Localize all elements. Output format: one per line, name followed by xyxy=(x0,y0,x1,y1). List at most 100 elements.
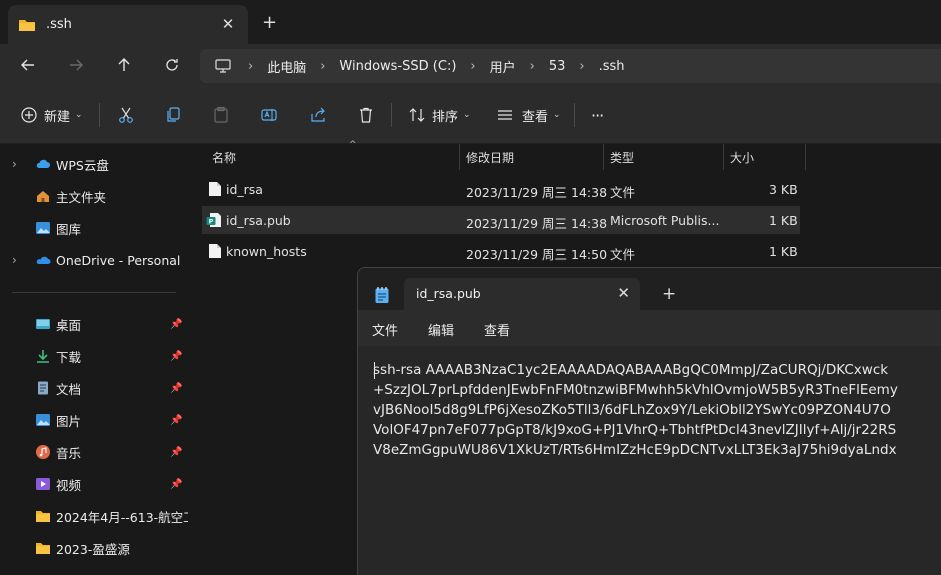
pin-icon[interactable]: 📌 xyxy=(170,447,182,458)
refresh-button[interactable] xyxy=(160,53,184,77)
breadcrumb-separator: › xyxy=(529,58,535,74)
sidebar-item-folder[interactable]: 2023-盈盛源 xyxy=(0,535,188,561)
file-icon xyxy=(209,182,221,196)
sidebar-item-videos[interactable]: 视频 📌 xyxy=(0,471,188,497)
column-header-size[interactable]: 大小 xyxy=(724,144,806,170)
pin-icon[interactable]: 📌 xyxy=(170,415,182,426)
pin-icon[interactable]: 📌 xyxy=(170,479,182,490)
sidebar-item-label: WPS云盘 xyxy=(56,157,109,173)
new-button[interactable]: 新建 ⌄ xyxy=(20,104,83,126)
menu-view[interactable]: 查看 xyxy=(484,320,510,339)
breadcrumb-separator: › xyxy=(470,58,476,74)
pin-icon[interactable]: 📌 xyxy=(170,319,182,330)
chevron-right-icon[interactable]: › xyxy=(12,157,17,171)
share-button[interactable] xyxy=(309,104,327,126)
menu-edit[interactable]: 编辑 xyxy=(428,320,454,339)
breadcrumb-separator: › xyxy=(579,58,585,74)
sidebar-item-label: 音乐 xyxy=(56,445,82,461)
file-row[interactable]: P id_rsa.pub 2023/11/29 周三 14:38 Microso… xyxy=(202,206,800,234)
folder-icon xyxy=(36,543,50,554)
tab-title: .ssh xyxy=(46,17,72,32)
rename-button[interactable] xyxy=(260,104,278,126)
file-name: id_rsa.pub xyxy=(226,213,291,228)
notepad-title-bar: id_rsa.pub ✕ + xyxy=(358,268,941,310)
new-tab-button[interactable]: + xyxy=(262,14,277,32)
up-button[interactable] xyxy=(112,53,136,77)
breadcrumb-users[interactable]: 用户 xyxy=(490,57,516,76)
file-icon xyxy=(209,244,221,258)
text-line: vJB6NooI5d8g9LfP6jXesoZKo5Tll3/6dFLhZox9… xyxy=(373,402,891,418)
music-icon xyxy=(36,445,50,459)
file-row[interactable]: known_hosts 2023/11/29 周三 14:50 文件 1 KB xyxy=(202,237,800,265)
scissors-icon xyxy=(119,107,133,123)
column-header-date[interactable]: 修改日期 xyxy=(460,144,604,170)
back-button[interactable] xyxy=(16,53,40,77)
chevron-right-icon[interactable]: › xyxy=(12,253,17,267)
file-row[interactable]: id_rsa 2023/11/29 周三 14:38 文件 3 KB xyxy=(202,175,800,203)
chevron-down-icon: ⌄ xyxy=(553,110,561,120)
more-options-button[interactable]: ··· xyxy=(591,104,604,126)
chevron-down-icon: ⌄ xyxy=(463,110,471,120)
copy-button[interactable] xyxy=(164,104,182,126)
file-size: 3 KB xyxy=(769,182,798,197)
sidebar-item-onedrive[interactable]: › OneDrive - Personal xyxy=(0,247,188,273)
breadcrumb-drive[interactable]: Windows-SSD (C:) xyxy=(339,59,456,74)
view-button[interactable]: 查看 ⌄ xyxy=(496,104,561,126)
close-tab-button[interactable]: ✕ xyxy=(220,16,236,32)
notepad-tab[interactable]: id_rsa.pub ✕ xyxy=(404,278,640,310)
breadcrumb-user[interactable]: 53 xyxy=(549,59,566,74)
column-label: 大小 xyxy=(730,150,755,165)
folder-icon xyxy=(36,511,50,522)
new-label: 新建 xyxy=(44,109,71,125)
pictures-icon xyxy=(36,414,50,426)
sidebar-item-label: 2024年4月--613-航空工 xyxy=(56,509,188,525)
column-header-name[interactable]: ^ 名称 xyxy=(206,140,460,170)
sidebar-item-folder[interactable]: 2024年4月--613-航空工 xyxy=(0,503,188,529)
sidebar-item-pictures[interactable]: 图片 📌 xyxy=(0,407,188,433)
file-type: Microsoft Publis... xyxy=(610,213,720,228)
paste-button[interactable] xyxy=(212,104,230,126)
svg-text:P: P xyxy=(209,218,214,226)
rename-icon xyxy=(261,109,277,121)
navigation-pane: › WPS云盘 主文件夹 图库 › OneDrive - Personal 桌面… xyxy=(0,144,188,575)
trash-icon xyxy=(360,107,372,123)
breadcrumb-this-pc[interactable]: 此电脑 xyxy=(267,57,306,76)
sidebar-item-gallery[interactable]: 图库 xyxy=(0,215,188,241)
sidebar-item-home[interactable]: 主文件夹 xyxy=(0,183,188,209)
sidebar-item-wps-cloud[interactable]: › WPS云盘 xyxy=(0,151,188,177)
menu-file[interactable]: 文件 xyxy=(372,320,398,339)
new-tab-button[interactable]: + xyxy=(662,286,676,303)
address-bar[interactable]: › 此电脑 › Windows-SSD (C:) › 用户 › 53 › .ss… xyxy=(200,49,941,83)
text-editor[interactable]: ssh-rsa AAAAB3NzaC1yc2EAAAADAQABAAABgQC0… xyxy=(358,346,941,575)
arrow-up-icon xyxy=(118,58,130,71)
text-line: V8eZmGgpuWU86V1XkUzT/RTs6HmIZzHcE9pDCNTv… xyxy=(373,442,897,458)
sidebar-item-desktop[interactable]: 桌面 📌 xyxy=(0,311,188,337)
breadcrumb-separator: › xyxy=(320,58,326,74)
sidebar-item-documents[interactable]: 文档 📌 xyxy=(0,375,188,401)
breadcrumb-ssh[interactable]: .ssh xyxy=(599,59,625,74)
arrow-right-icon xyxy=(70,59,83,71)
folder-icon xyxy=(19,19,35,31)
explorer-tab[interactable]: .ssh ✕ xyxy=(8,5,248,44)
forward-button[interactable] xyxy=(64,53,88,77)
sidebar-divider xyxy=(12,292,176,293)
column-header-type[interactable]: 类型 xyxy=(604,144,724,170)
list-view-icon xyxy=(498,110,512,120)
sidebar-item-downloads[interactable]: 下载 📌 xyxy=(0,343,188,369)
close-tab-button[interactable]: ✕ xyxy=(617,284,630,302)
cut-button[interactable] xyxy=(117,104,135,126)
divider xyxy=(574,103,575,127)
pin-icon[interactable]: 📌 xyxy=(170,383,182,394)
sort-button[interactable]: 排序 ⌄ xyxy=(408,104,471,126)
text-line: ssh-rsa AAAAB3NzaC1yc2EAAAADAQABAAABgQC0… xyxy=(373,362,889,378)
sidebar-item-label: 下载 xyxy=(56,349,82,365)
delete-button[interactable] xyxy=(357,104,375,126)
sidebar-item-label: 图片 xyxy=(56,413,82,429)
text-line: +SzzJOL7prLpfddenJEwbFnFM0tnzwiBFMwhh5kV… xyxy=(373,382,898,398)
file-size: 1 KB xyxy=(769,244,798,259)
pin-icon[interactable]: 📌 xyxy=(170,351,182,362)
notepad-tab-title: id_rsa.pub xyxy=(416,286,481,301)
column-label: 类型 xyxy=(610,150,635,165)
notepad-window: id_rsa.pub ✕ + 文件 编辑 查看 ssh-rsa AAAAB3Nz… xyxy=(357,267,941,575)
sidebar-item-music[interactable]: 音乐 📌 xyxy=(0,439,188,465)
